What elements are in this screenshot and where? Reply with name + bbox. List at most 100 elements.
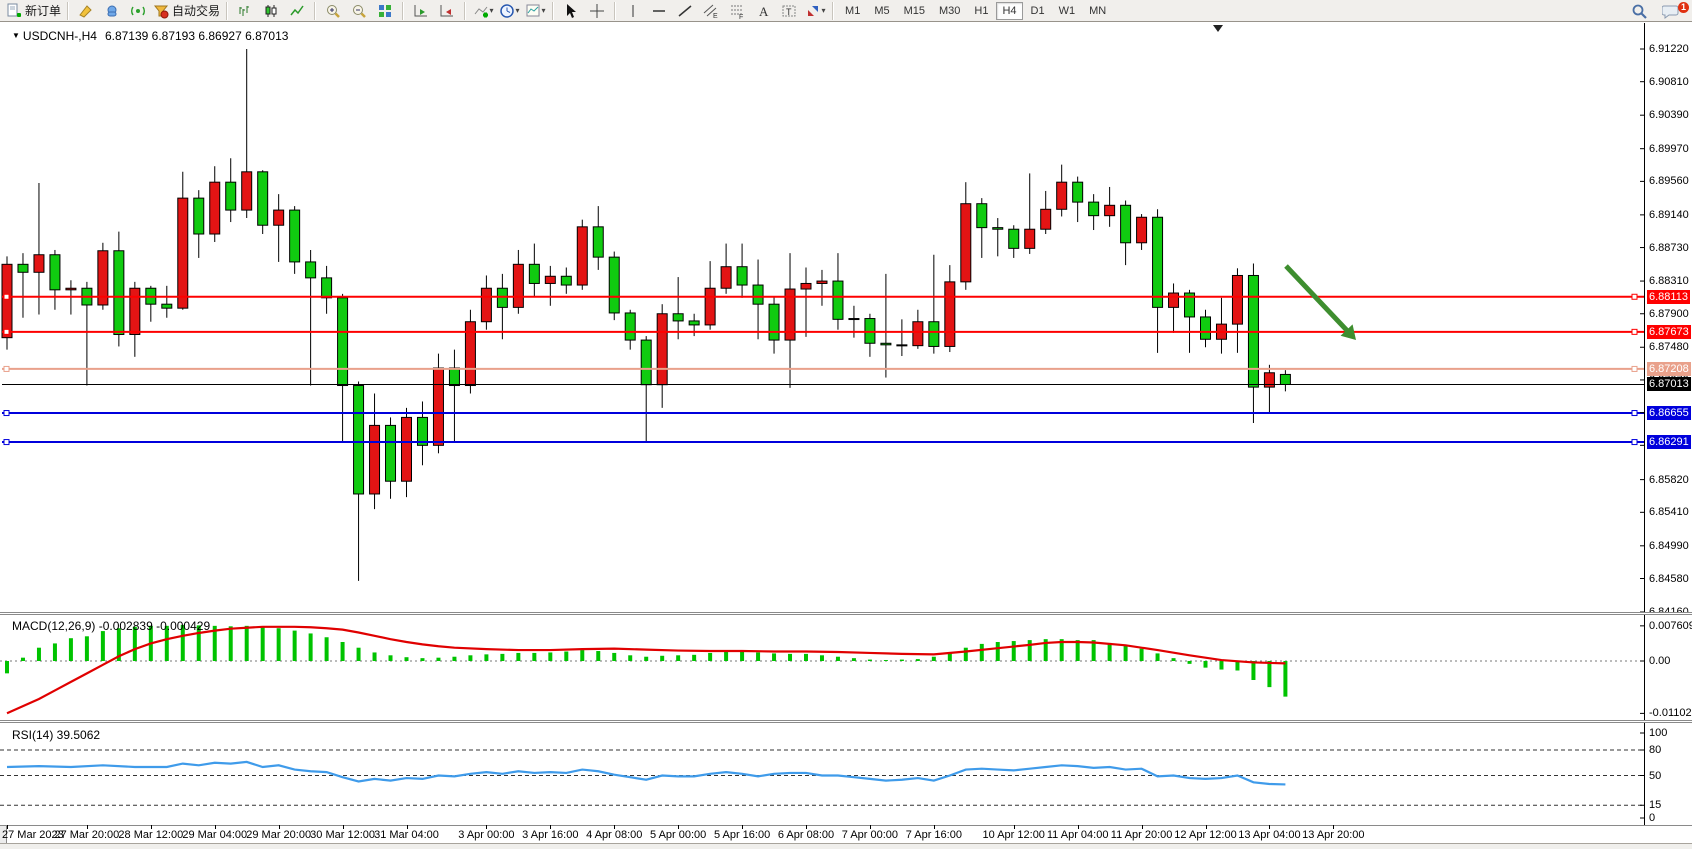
time-tick	[343, 825, 344, 829]
time-tick	[215, 825, 216, 829]
text-tool[interactable]: A	[750, 1, 776, 21]
arrows-dropdown-caret[interactable]: ▾	[822, 6, 826, 15]
timeframe-button-w1[interactable]: W1	[1053, 2, 1082, 20]
templates-dropdown-caret[interactable]: ▾	[542, 6, 546, 15]
chart-shift-button[interactable]	[434, 1, 460, 21]
candle-body	[481, 288, 491, 321]
equidistant-channel-tool[interactable]: E	[698, 1, 724, 21]
price-badge: 6.86291	[1647, 435, 1691, 449]
line-handle[interactable]	[4, 329, 9, 334]
timeframe-button-m5[interactable]: M5	[868, 2, 895, 20]
annotation-arrow[interactable]	[1286, 266, 1351, 334]
auto-trading-button[interactable]: 自动交易	[151, 1, 222, 21]
price-axis-label: 6.85410	[1649, 506, 1689, 518]
vertical-line-icon	[625, 3, 641, 19]
candle-body	[66, 288, 76, 290]
timeframe-button-h1[interactable]: H1	[968, 2, 994, 20]
chart-collapse-icon[interactable]: ▼	[12, 31, 20, 40]
candlestick-icon	[263, 3, 279, 19]
candlestick-chart-button[interactable]	[258, 1, 284, 21]
time-axis[interactable]: 27 Mar 202327 Mar 20:0028 Mar 12:0029 Ma…	[0, 827, 1692, 842]
candle-body	[593, 227, 603, 257]
price-badge: 6.86655	[1647, 406, 1691, 420]
time-tick	[1078, 825, 1079, 829]
time-axis-label: 11 Apr 04:00	[1047, 829, 1109, 841]
macd-axis-label: 0.007609	[1649, 620, 1692, 632]
price-axis[interactable]: 6.912206.908106.903906.899706.895606.891…	[1646, 23, 1692, 612]
main-toolbar: 新订单 自动交易	[0, 0, 1692, 22]
price-axis-label: 6.89140	[1649, 209, 1689, 221]
candle-body	[833, 281, 843, 319]
candle-body	[433, 368, 443, 445]
zoom-in-button[interactable]	[320, 1, 346, 21]
crosshair-draw-button[interactable]	[73, 1, 99, 21]
periods-button[interactable]: ▾	[496, 1, 522, 21]
candle-body	[577, 227, 587, 285]
candle-body	[290, 210, 300, 262]
timeframe-button-d1[interactable]: D1	[1025, 2, 1051, 20]
time-tick	[870, 825, 871, 829]
candle-body	[18, 264, 28, 272]
templates-button[interactable]: ▾	[522, 1, 548, 21]
price-axis-label: 6.84580	[1649, 573, 1689, 585]
main-price-chart[interactable]	[0, 23, 1646, 612]
line-handle[interactable]	[4, 440, 9, 445]
indicators-dropdown-caret[interactable]: ▾	[490, 6, 494, 15]
zoom-in-icon	[325, 3, 341, 19]
timeframe-button-h4[interactable]: H4	[996, 2, 1022, 20]
periods-dropdown-caret[interactable]: ▾	[516, 6, 520, 15]
price-axis-label: 6.90390	[1649, 109, 1689, 121]
line-handle[interactable]	[4, 366, 9, 371]
line-handle[interactable]	[1632, 329, 1637, 334]
candle-body	[689, 321, 699, 325]
trendline-tool[interactable]	[672, 1, 698, 21]
macd-axis-label: 0.00	[1649, 655, 1670, 667]
cloud-icon	[104, 3, 120, 19]
macd-axis: 0.0076090.00-0.011028	[1646, 615, 1692, 720]
macd-pane	[0, 615, 1646, 720]
timeframe-button-m1[interactable]: M1	[839, 2, 866, 20]
line-handle[interactable]	[4, 411, 9, 416]
line-handle[interactable]	[1632, 440, 1637, 445]
timeframe-button-m15[interactable]: M15	[898, 2, 931, 20]
line-handle[interactable]	[1632, 366, 1637, 371]
tile-windows-button[interactable]	[372, 1, 398, 21]
bar-chart-button[interactable]	[232, 1, 258, 21]
candle-body	[258, 172, 268, 225]
cursor-tool-button[interactable]	[558, 1, 584, 21]
line-handle[interactable]	[1632, 411, 1637, 416]
indicators-icon	[473, 3, 489, 19]
auto-scroll-button[interactable]	[408, 1, 434, 21]
search-button[interactable]	[1626, 1, 1652, 21]
time-axis-label: 6 Apr 08:00	[778, 829, 834, 841]
candle-body	[1073, 182, 1083, 202]
text-label-tool[interactable]: T	[776, 1, 802, 21]
horizontal-line-tool[interactable]	[646, 1, 672, 21]
arrows-tool[interactable]: ▾	[802, 1, 828, 21]
time-tick	[742, 825, 743, 829]
trendline-icon	[677, 3, 693, 19]
candle-body	[1105, 205, 1115, 215]
candle-body	[402, 417, 412, 481]
notifications-button[interactable]: 1	[1658, 1, 1684, 21]
line-chart-button[interactable]	[284, 1, 310, 21]
vertical-line-tool[interactable]	[620, 1, 646, 21]
clock-icon	[499, 3, 515, 19]
candle-body	[50, 255, 60, 290]
zoom-out-button[interactable]	[346, 1, 372, 21]
auto-trading-icon	[153, 3, 169, 19]
time-tick	[806, 825, 807, 829]
crosshair-tool-button[interactable]	[584, 1, 610, 21]
publish-button[interactable]	[99, 1, 125, 21]
new-order-button[interactable]: 新订单	[4, 1, 63, 21]
timeframe-button-mn[interactable]: MN	[1083, 2, 1112, 20]
fibonacci-tool[interactable]: F	[724, 1, 750, 21]
line-handle[interactable]	[4, 294, 9, 299]
signals-button[interactable]	[125, 1, 151, 21]
indicators-button[interactable]: ▾	[470, 1, 496, 21]
macd-label: MACD(12,26,9) -0.002839 -0.000429	[12, 619, 210, 633]
signal-icon	[130, 3, 146, 19]
timeframe-button-m30[interactable]: M30	[933, 2, 966, 20]
bar-chart-icon	[237, 3, 253, 19]
line-handle[interactable]	[1632, 294, 1637, 299]
